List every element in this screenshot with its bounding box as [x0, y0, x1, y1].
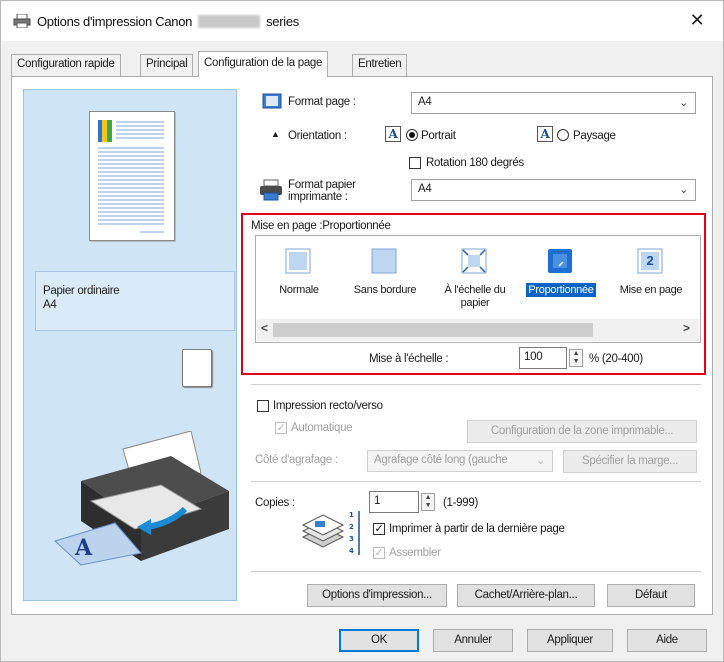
auto-duplex-label: Automatique: [291, 422, 353, 434]
close-button[interactable]: ✕: [687, 10, 707, 30]
scale-stepper[interactable]: ▲ ▼: [569, 349, 583, 367]
spin-down-icon: ▼: [424, 502, 432, 509]
copies-input[interactable]: 1: [369, 491, 419, 513]
layout-fit-to-page-label: À l'échelle du papier: [444, 284, 506, 309]
reverse-order-label: Imprimer à partir de la dernière page: [389, 523, 565, 535]
separator: [251, 571, 701, 572]
rotate-180-checkbox[interactable]: [409, 157, 421, 169]
media-size: A4: [43, 299, 57, 311]
layout-normal[interactable]: Normale: [256, 236, 342, 320]
chevron-down-icon: ⌄: [536, 455, 545, 467]
orientation-preview-icon: [182, 349, 212, 387]
binding-select[interactable]: Agrafage côté long (gauche ⌄: [367, 450, 553, 472]
landscape-radio[interactable]: [557, 129, 569, 141]
layout-normal-icon: [285, 248, 311, 274]
title-bar: Options d'impression Canon series ✕: [1, 1, 723, 41]
portrait-radio[interactable]: [406, 129, 418, 141]
media-info: [35, 271, 235, 331]
printer-icon: [13, 14, 31, 28]
layout-scaled-icon: [548, 249, 572, 273]
scroll-left-icon[interactable]: <: [261, 321, 268, 335]
tab-configuration-rapide[interactable]: Configuration rapide: [11, 54, 121, 76]
help-button[interactable]: Aide: [627, 629, 707, 652]
chevron-down-icon: ⌄: [679, 184, 688, 196]
layout-page-layout-label: Mise en page: [619, 284, 683, 296]
svg-text:2: 2: [349, 523, 354, 531]
layout-borderless-icon: [371, 248, 397, 274]
close-icon: ✕: [689, 10, 705, 30]
layout-borderless[interactable]: Sans bordure: [342, 236, 428, 320]
chevron-down-icon: ⌄: [679, 97, 688, 109]
apply-button[interactable]: Appliquer: [527, 629, 613, 652]
layout-borderless-label: Sans bordure: [353, 284, 417, 296]
printer-paper-select[interactable]: A4 ⌄: [411, 179, 696, 201]
layout-page-layout[interactable]: 2 Mise en page: [608, 236, 694, 320]
redacted-model-name: [198, 15, 261, 28]
copies-range: (1-999): [443, 497, 478, 509]
layout-scrollbar-thumb[interactable]: [273, 323, 593, 337]
layout-normal-label: Normale: [279, 284, 319, 296]
copies-label: Copies :: [255, 497, 295, 509]
layout-scaled[interactable]: Proportionnée: [518, 236, 604, 320]
page-layout-title: Mise en page :Proportionnée: [251, 220, 391, 232]
auto-duplex-checkbox[interactable]: [275, 422, 287, 434]
layout-page-layout-glyph: 2: [646, 253, 654, 268]
stamp-background-button[interactable]: Cachet/Arrière-plan...: [457, 584, 595, 607]
rotate-180-label: Rotation 180 degrés: [426, 157, 524, 169]
margin-button[interactable]: Spécifier la marge...: [563, 450, 697, 473]
collate-label: Assembler: [389, 547, 441, 559]
layout-fit-to-page[interactable]: À l'échelle du papier: [432, 236, 518, 320]
separator: [251, 481, 701, 482]
svg-text:4: 4: [349, 547, 354, 555]
portrait-icon: A: [385, 126, 401, 142]
collate-checkbox[interactable]: [373, 547, 385, 559]
scroll-right-icon[interactable]: >: [683, 321, 690, 335]
scale-label: Mise à l'échelle :: [369, 353, 449, 365]
ok-button[interactable]: OK: [339, 629, 419, 652]
spin-up-icon: ▲: [424, 494, 432, 501]
print-options-button[interactable]: Options d'impression...: [307, 584, 447, 607]
defaults-button[interactable]: Défaut: [607, 584, 695, 607]
binding-label: Côté d'agrafage :: [255, 454, 338, 466]
landscape-label: Paysage: [573, 130, 616, 142]
duplex-label: Impression recto/verso: [273, 400, 383, 412]
tab-principal[interactable]: Principal: [140, 54, 194, 76]
page-preview-graphic: [98, 120, 164, 233]
layout-scaled-label: Proportionnée: [526, 283, 596, 297]
page-size-label: Format page :: [288, 96, 356, 108]
bullet-icon: ▲: [271, 129, 280, 139]
orientation-label: Orientation :: [288, 130, 347, 142]
print-area-button[interactable]: Configuration de la zone imprimable...: [467, 420, 697, 443]
tab-configuration-page[interactable]: Configuration de la page: [198, 51, 329, 77]
portrait-label: Portrait: [421, 130, 456, 142]
printer-paper-icon: [260, 179, 282, 201]
media-type: Papier ordinaire: [43, 285, 120, 297]
svg-text:3: 3: [349, 535, 354, 543]
scale-input[interactable]: 100: [519, 347, 567, 369]
tab-entretien[interactable]: Entretien: [352, 54, 408, 76]
page-size-icon: [262, 93, 282, 109]
printer-illustration-icon: A: [54, 431, 229, 566]
printer-paper-label: Format papier imprimante :: [288, 179, 356, 203]
copies-stepper[interactable]: ▲ ▼: [421, 493, 435, 511]
copies-stack-icon: 1 2 3 4: [301, 511, 360, 555]
reverse-order-checkbox[interactable]: [373, 523, 385, 535]
spin-up-icon: ▲: [572, 350, 580, 357]
svg-text:A: A: [74, 535, 93, 561]
duplex-checkbox[interactable]: [257, 400, 269, 412]
page-preview: [89, 111, 175, 241]
layout-fit-to-page-icon: [461, 248, 487, 274]
separator: [251, 384, 701, 385]
scale-range: % (20-400): [589, 353, 643, 365]
cancel-button[interactable]: Annuler: [433, 629, 513, 652]
print-options-dialog: Options d'impression Canon series ✕ Confi…: [0, 0, 724, 662]
svg-text:1: 1: [349, 511, 354, 519]
page-size-select[interactable]: A4 ⌄: [411, 92, 696, 114]
landscape-icon: A: [537, 126, 553, 142]
window-title: Options d'impression Canon series: [37, 14, 299, 29]
spin-down-icon: ▼: [572, 358, 580, 365]
